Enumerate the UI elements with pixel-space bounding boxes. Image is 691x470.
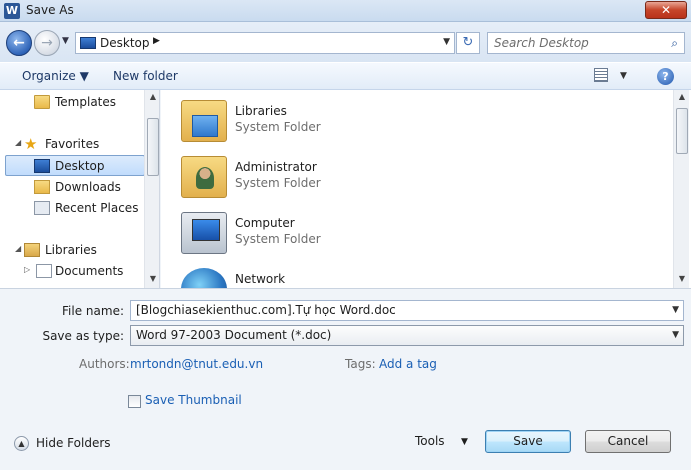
address-location[interactable]: Desktop [100, 36, 150, 50]
nav-item-libraries[interactable]: ◢ Libraries [0, 240, 145, 261]
file-name-label: File name: [62, 304, 124, 318]
computer-icon [181, 212, 227, 254]
item-type: System Folder [235, 232, 321, 246]
libraries-icon [181, 100, 227, 142]
view-options-dropdown[interactable]: ▼ [620, 71, 627, 81]
file-name-value[interactable]: [Blogchiasekienthuc.com].Tự học Word.doc [136, 303, 396, 317]
downloads-icon [34, 180, 50, 194]
nav-item-recent-places[interactable]: Recent Places [0, 198, 145, 219]
chevron-right-icon[interactable]: ▶ [153, 36, 160, 46]
refresh-button[interactable]: ↻ [456, 32, 480, 54]
nav-item-downloads[interactable]: Downloads [0, 177, 145, 198]
list-item[interactable]: Computer System Folder [181, 208, 641, 260]
search-icon[interactable]: ⌕ [671, 36, 678, 51]
title-bar: W Save As ✕ [0, 0, 691, 22]
organize-button[interactable]: Organize ▼ [22, 69, 89, 83]
new-folder-button[interactable]: New folder [113, 69, 178, 83]
scroll-down-arrow-icon[interactable]: ▼ [674, 272, 690, 286]
word-app-icon: W [4, 3, 20, 19]
hide-folders-label[interactable]: Hide Folders [36, 436, 111, 450]
authors-label: Authors: [79, 357, 130, 371]
save-thumbnail-label[interactable]: Save Thumbnail [145, 393, 242, 407]
scroll-up-arrow-icon[interactable]: ▲ [145, 90, 159, 104]
search-input[interactable]: Search Desktop ⌕ [487, 32, 685, 54]
expand-arrow-icon[interactable]: ▷ [24, 265, 30, 274]
item-name: Computer [235, 216, 295, 230]
documents-icon [36, 264, 52, 278]
nav-item-desktop[interactable]: Desktop [5, 155, 145, 176]
nav-item-favorites[interactable]: ◢ ★ Favorites [0, 134, 145, 155]
nav-item-documents[interactable]: ▷ Documents [0, 261, 145, 282]
back-button[interactable]: ← [6, 30, 32, 56]
save-thumbnail-checkbox[interactable] [128, 395, 141, 408]
change-view-icon[interactable] [594, 68, 608, 82]
collapse-arrow-icon[interactable]: ◢ [15, 138, 21, 147]
user-folder-icon [181, 156, 227, 198]
nav-item-label: Libraries [45, 243, 97, 257]
list-item[interactable]: Libraries System Folder [181, 96, 641, 148]
nav-item-label: Favorites [45, 137, 100, 151]
nav-item-label: Downloads [55, 180, 121, 194]
search-placeholder: Search Desktop [494, 36, 589, 50]
nav-item-label: Recent Places [55, 201, 139, 215]
window-title: Save As [26, 3, 74, 17]
nav-item-label: Desktop [55, 159, 105, 173]
list-item[interactable]: Administrator System Folder [181, 152, 641, 204]
scrollbar-thumb[interactable] [147, 118, 159, 176]
desktop-icon [34, 159, 50, 173]
nav-scrollbar[interactable]: ▲ ▼ [144, 90, 159, 288]
recent-pages-dropdown[interactable]: ▼ [62, 36, 72, 48]
scrollbar-thumb[interactable] [676, 108, 688, 154]
save-as-type-value: Word 97-2003 Document (*.doc) [136, 328, 332, 342]
chevron-up-icon[interactable]: ▲ [14, 436, 29, 451]
folder-icon [34, 95, 50, 109]
help-button[interactable]: ? [657, 68, 674, 85]
collapse-arrow-icon[interactable]: ◢ [15, 244, 21, 253]
authors-field[interactable]: mrtondn@tnut.edu.vn [130, 357, 263, 371]
list-item[interactable]: Network [181, 264, 641, 288]
recent-places-icon [34, 201, 50, 215]
network-icon [181, 268, 227, 288]
desktop-icon [80, 37, 96, 49]
tags-label: Tags: [345, 357, 376, 371]
cancel-button[interactable]: Cancel [585, 430, 671, 453]
content-scrollbar[interactable]: ▲ ▼ [673, 90, 689, 288]
scroll-up-arrow-icon[interactable]: ▲ [674, 90, 690, 104]
tags-field[interactable]: Add a tag [379, 357, 437, 371]
nav-item-templates[interactable]: Templates [0, 92, 145, 113]
item-type: System Folder [235, 120, 321, 134]
save-options-panel: File name: [Blogchiasekienthuc.com].Tự h… [0, 288, 691, 470]
address-row: ← → ▼ Desktop ▶ ▼ ↻ Search Desktop ⌕ [0, 22, 691, 62]
tools-dropdown-icon[interactable]: ▼ [461, 437, 468, 447]
file-list[interactable]: Libraries System Folder Administrator Sy… [161, 90, 691, 288]
navigation-pane[interactable]: Templates ◢ ★ Favorites Desktop Download… [0, 90, 160, 288]
address-bar[interactable]: Desktop ▶ ▼ [75, 32, 455, 54]
item-type: System Folder [235, 176, 321, 190]
item-name: Libraries [235, 104, 287, 118]
command-toolbar: Organize ▼ New folder ▼ ? [0, 62, 691, 90]
forward-button[interactable]: → [34, 30, 60, 56]
save-button[interactable]: Save [485, 430, 571, 453]
save-as-type-select[interactable]: Word 97-2003 Document (*.doc) ▼ [130, 325, 684, 346]
nav-item-label: Templates [55, 95, 117, 109]
file-name-field[interactable]: [Blogchiasekienthuc.com].Tự học Word.doc… [130, 300, 684, 321]
nav-item-label: Documents [55, 264, 124, 278]
item-name: Administrator [235, 160, 317, 174]
chevron-down-icon[interactable]: ▼ [672, 305, 679, 315]
save-as-type-label: Save as type: [42, 329, 124, 343]
item-name: Network [235, 272, 286, 286]
chevron-down-icon[interactable]: ▼ [672, 330, 679, 340]
favorites-star-icon: ★ [24, 135, 38, 153]
close-button[interactable]: ✕ [645, 1, 687, 19]
tools-button[interactable]: Tools [415, 434, 445, 448]
address-dropdown-icon[interactable]: ▼ [443, 37, 450, 47]
scroll-down-arrow-icon[interactable]: ▼ [145, 272, 159, 286]
libraries-icon [24, 243, 40, 257]
